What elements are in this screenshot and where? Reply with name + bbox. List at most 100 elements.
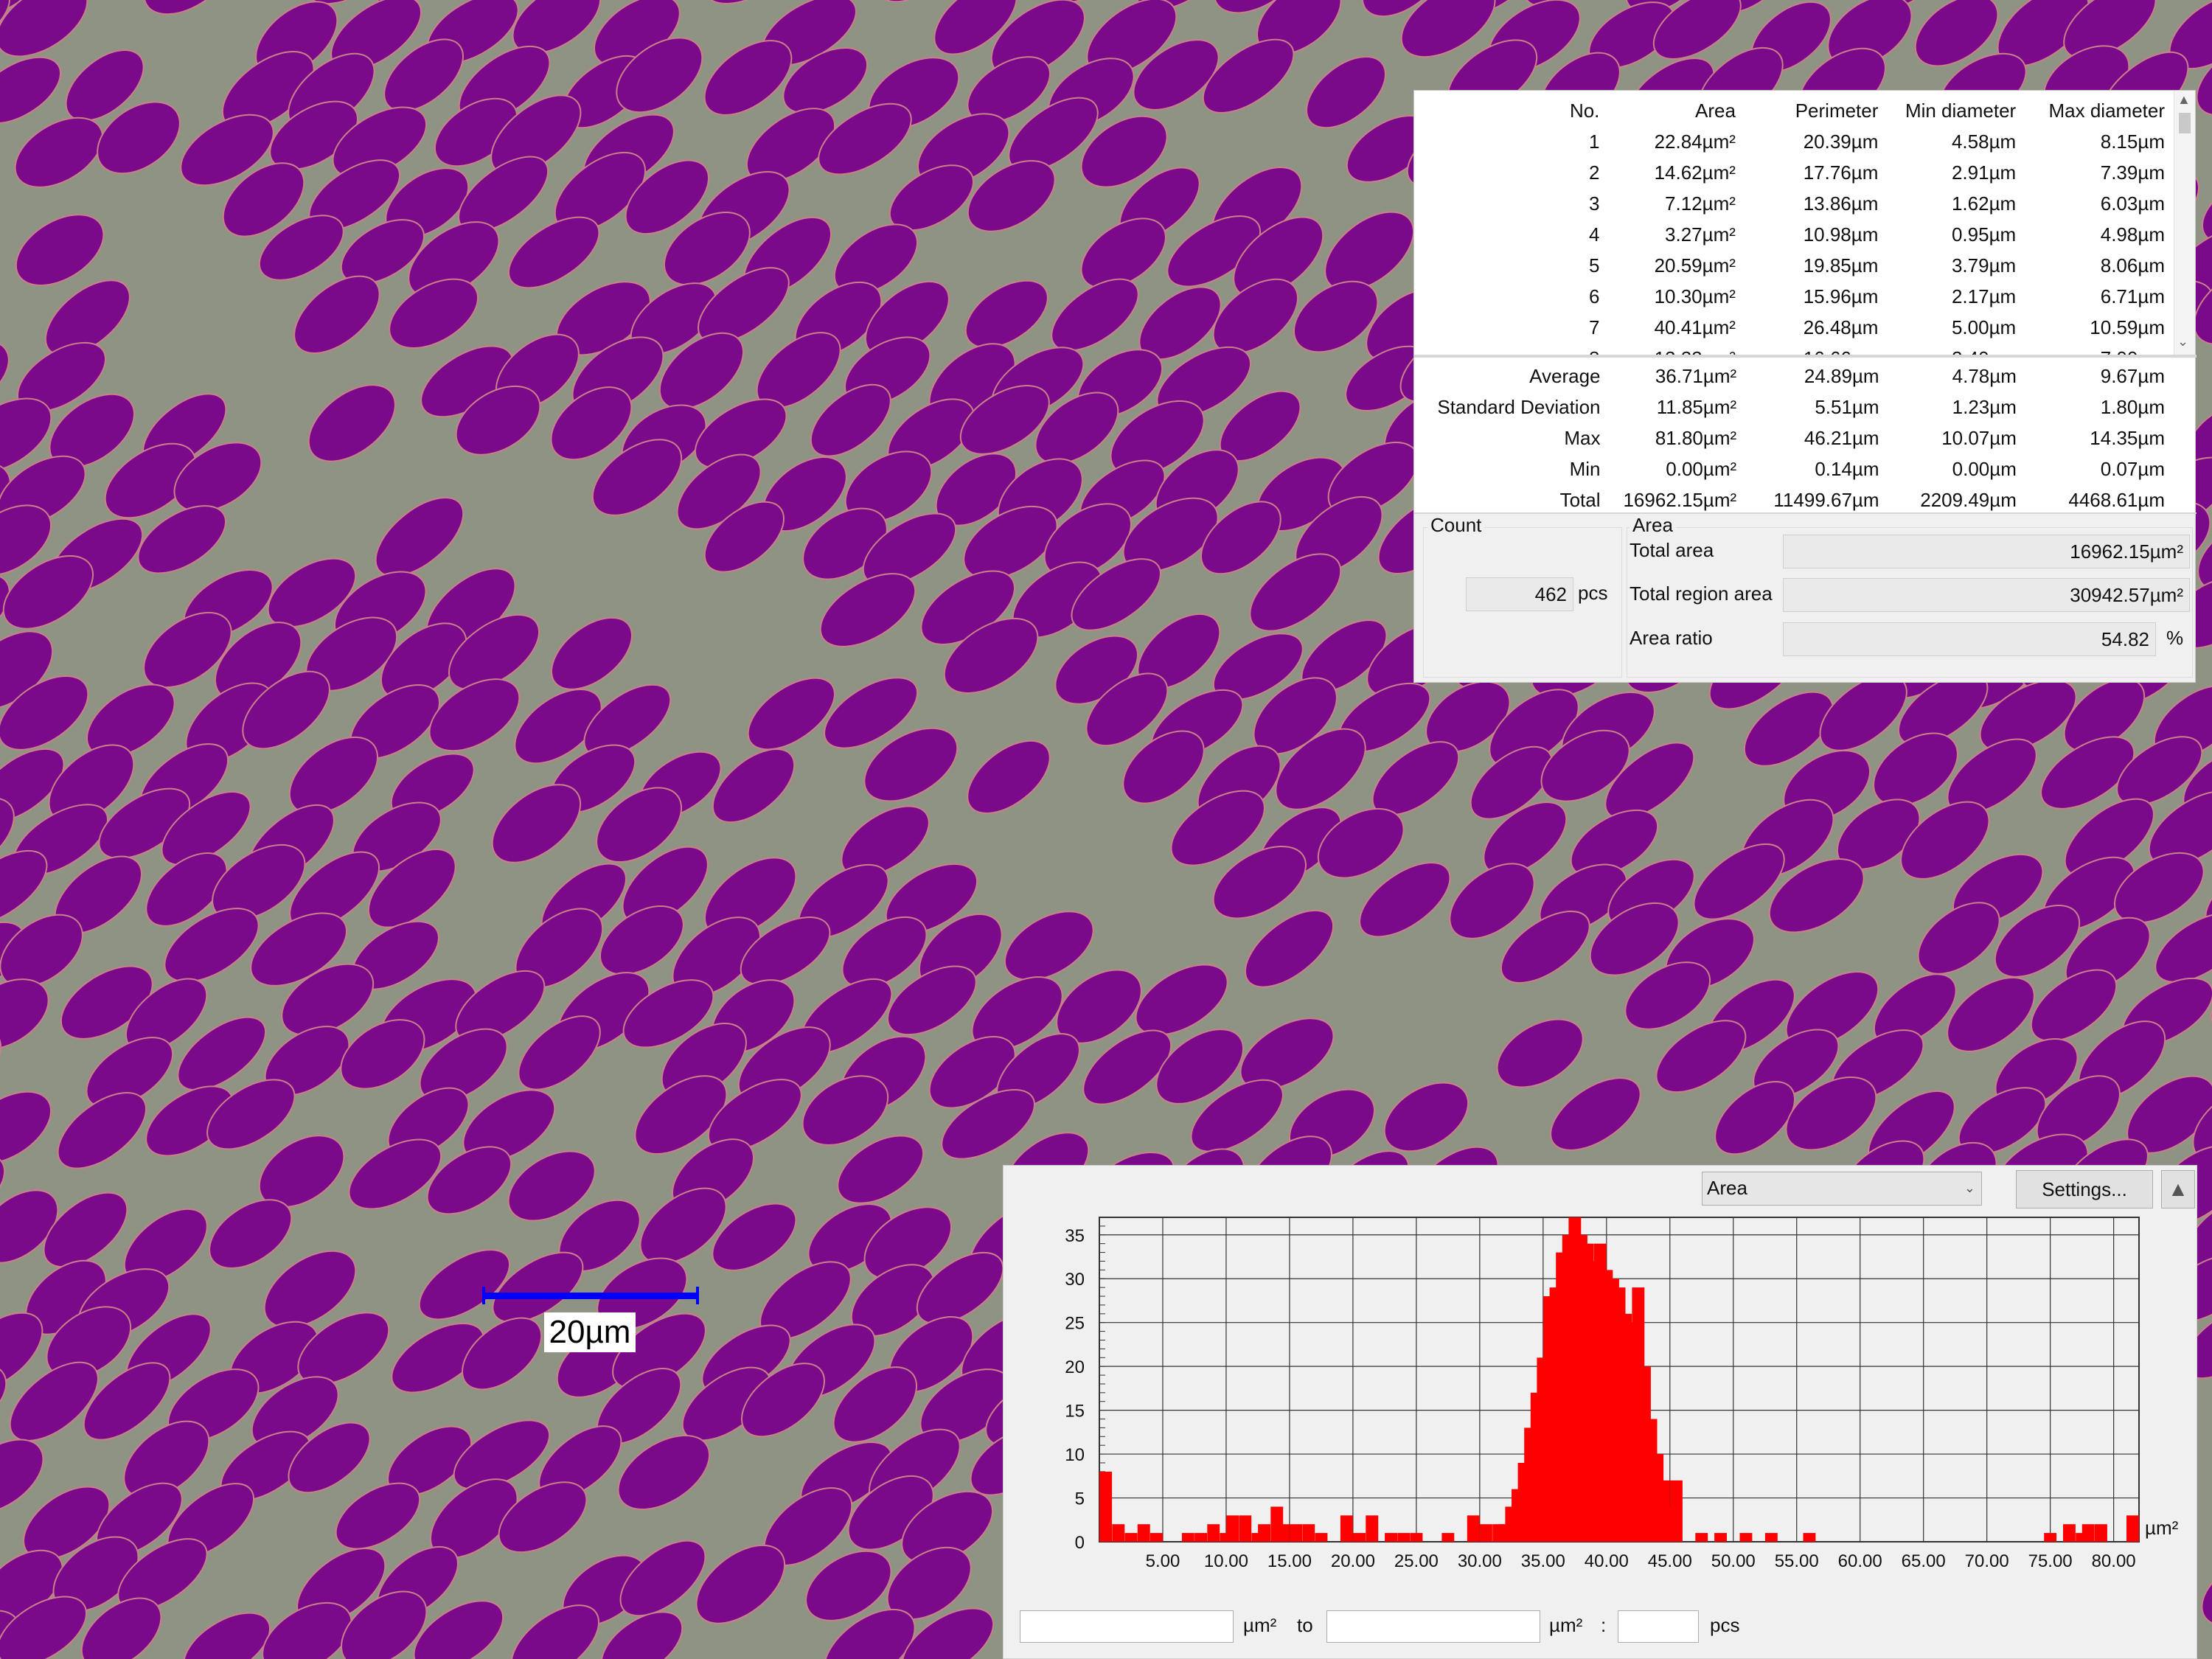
- scale-bar-label: 20µm: [544, 1312, 636, 1352]
- cell-area: 22.84µm²: [1654, 130, 1736, 153]
- x-tick-label: 45.00: [1648, 1551, 1692, 1571]
- histogram-bar: [1353, 1533, 1366, 1542]
- histogram-bar: [2081, 1524, 2095, 1542]
- summary-label: Min: [1569, 457, 1601, 480]
- particle-table[interactable]: No. Area Perimeter Min diameter Max diam…: [1414, 95, 2174, 358]
- summary-max-diameter: 1.80µm: [2100, 395, 2165, 418]
- histogram-bar: [1226, 1515, 1239, 1542]
- x-tick-label: 10.00: [1204, 1551, 1248, 1571]
- table-row[interactable]: 7 40.41µm² 26.48µm 5.00µm 10.59µm: [1414, 312, 2174, 343]
- y-tick-label: 30: [1065, 1270, 1085, 1290]
- histogram-bar: [1276, 1524, 1290, 1542]
- histogram-bar: [1112, 1524, 1125, 1542]
- summary-perimeter: 24.89µm: [1804, 364, 1879, 387]
- scrollbar-thumb[interactable]: [2179, 113, 2191, 133]
- scroll-up-icon[interactable]: ▲: [2177, 92, 2191, 108]
- column-header-no[interactable]: No.: [1414, 95, 1608, 126]
- area-group-title: Area: [1630, 514, 1676, 537]
- histogram-bar: [1302, 1524, 1315, 1542]
- summary-min-diameter: 2209.49µm: [1920, 488, 2017, 511]
- cell-min-diameter: 3.79µm: [1951, 254, 2017, 276]
- summary-row-std-dev: Standard Deviation 11.85µm² 5.51µm 1.23µm 1.…: [1414, 392, 2174, 422]
- table-scrollbar[interactable]: ▲ ⌄: [2174, 91, 2195, 355]
- x-tick-label: 80.00: [2092, 1551, 2136, 1571]
- area-ratio-label: Area ratio: [1630, 627, 1713, 649]
- x-axis-unit: µm²: [2145, 1517, 2179, 1539]
- x-tick-label: 70.00: [1965, 1551, 2009, 1571]
- cell-no: 3: [1588, 192, 1600, 215]
- area-ratio-unit: %: [2166, 627, 2184, 649]
- summary-perimeter: 0.14µm: [1815, 457, 1879, 480]
- cell-area: 10.30µm²: [1654, 285, 1736, 307]
- total-region-area-label: Total region area: [1630, 582, 1773, 605]
- column-header-min-diameter[interactable]: Min diameter: [1887, 95, 2025, 126]
- table-row[interactable]: 4 3.27µm² 10.98µm 0.95µm 4.98µm: [1414, 219, 2174, 250]
- table-row[interactable]: 2 14.62µm² 17.76µm 2.91µm 7.39µm: [1414, 157, 2174, 188]
- range-from-input[interactable]: [1020, 1610, 1234, 1643]
- histogram-bar: [1764, 1533, 1778, 1542]
- histogram-bar: [1099, 1471, 1113, 1542]
- range-to-label: to: [1297, 1614, 1313, 1636]
- range-colon: :: [1601, 1614, 1607, 1636]
- summary-max-diameter: 0.07µm: [2100, 457, 2165, 480]
- summary-row-average: Average 36.71µm² 24.89µm 4.78µm 9.67µm: [1414, 361, 2174, 392]
- histogram-bar: [2095, 1524, 2107, 1542]
- cell-area: 20.59µm²: [1654, 254, 1736, 276]
- scroll-down-icon[interactable]: ⌄: [2177, 334, 2188, 349]
- table-row[interactable]: 1 22.84µm² 20.39µm 4.58µm 8.15µm: [1414, 126, 2174, 157]
- histogram-bar: [1239, 1515, 1252, 1542]
- count-group-title: Count: [1427, 514, 1485, 537]
- total-region-area-field: 30942.57µm²: [1783, 578, 2190, 612]
- histogram-bar: [1695, 1533, 1708, 1542]
- cell-perimeter: 15.96µm: [1803, 285, 1879, 307]
- histogram-bar: [1150, 1533, 1163, 1542]
- summary-label: Standard Deviation: [1437, 395, 1601, 418]
- cell-no: 2: [1588, 161, 1600, 184]
- summary-table: Average 36.71µm² 24.89µm 4.78µm 9.67µm Stand…: [1414, 361, 2174, 515]
- summary-area: 11.85µm²: [1656, 395, 1737, 418]
- summary-row-min: Min 0.00µm² 0.14µm 0.00µm 0.07µm: [1414, 453, 2174, 484]
- histogram-bar: [2126, 1515, 2139, 1542]
- y-tick-label: 0: [1075, 1533, 1085, 1553]
- table-row[interactable]: 3 7.12µm² 13.86µm 1.62µm 6.03µm: [1414, 188, 2174, 219]
- summary-label: Average: [1529, 364, 1601, 387]
- table-row[interactable]: 5 20.59µm² 19.85µm 3.79µm 8.06µm: [1414, 250, 2174, 281]
- cell-min-diameter: 2.17µm: [1951, 285, 2017, 307]
- x-tick-label: 20.00: [1331, 1551, 1375, 1571]
- summary-min-diameter: 10.07µm: [1941, 426, 2017, 449]
- count-result-unit: pcs: [1710, 1614, 1740, 1636]
- cell-area: 7.12µm²: [1665, 192, 1736, 215]
- cell-min-diameter: 0.95µm: [1951, 223, 2017, 246]
- histogram-bar: [1480, 1524, 1492, 1542]
- table-divider: [1414, 355, 2197, 358]
- summary-perimeter: 46.21µm: [1804, 426, 1879, 449]
- histogram-bar: [1258, 1524, 1270, 1542]
- column-header-max-diameter[interactable]: Max diameter: [2025, 95, 2174, 126]
- y-tick-label: 5: [1075, 1489, 1085, 1509]
- range-to-unit: µm²: [1549, 1614, 1583, 1636]
- count-result-field: [1618, 1610, 1699, 1643]
- area-ratio-field: 54.82: [1783, 622, 2156, 656]
- cell-min-diameter: 5.00µm: [1951, 316, 2017, 338]
- histogram-bar: [1385, 1533, 1397, 1542]
- histogram-bar: [1441, 1533, 1455, 1542]
- x-tick-label: 25.00: [1394, 1551, 1439, 1571]
- scale-bar: [482, 1287, 699, 1304]
- histogram-bar: [1124, 1533, 1138, 1542]
- count-area-section: Count 462 pcs Area Total area 16962.15µm…: [1414, 514, 2195, 682]
- histogram-bar: [1714, 1533, 1727, 1542]
- summary-max-diameter: 9.67µm: [2100, 364, 2165, 387]
- table-header-row: No. Area Perimeter Min diameter Max diam…: [1414, 95, 2174, 126]
- summary-label: Max: [1564, 426, 1601, 449]
- column-header-area[interactable]: Area: [1608, 95, 1745, 126]
- histogram-bar: [1397, 1533, 1411, 1542]
- range-to-input[interactable]: [1326, 1610, 1540, 1643]
- summary-area: 81.80µm²: [1655, 426, 1737, 449]
- column-header-perimeter[interactable]: Perimeter: [1745, 95, 1887, 126]
- cell-no: 4: [1588, 223, 1600, 246]
- histogram-bar: [1207, 1524, 1220, 1542]
- x-tick-label: 5.00: [1146, 1551, 1180, 1571]
- table-row[interactable]: 6 10.30µm² 15.96µm 2.17µm 6.71µm: [1414, 281, 2174, 312]
- summary-max-diameter: 4468.61µm: [2068, 488, 2165, 511]
- cell-perimeter: 26.48µm: [1803, 316, 1879, 338]
